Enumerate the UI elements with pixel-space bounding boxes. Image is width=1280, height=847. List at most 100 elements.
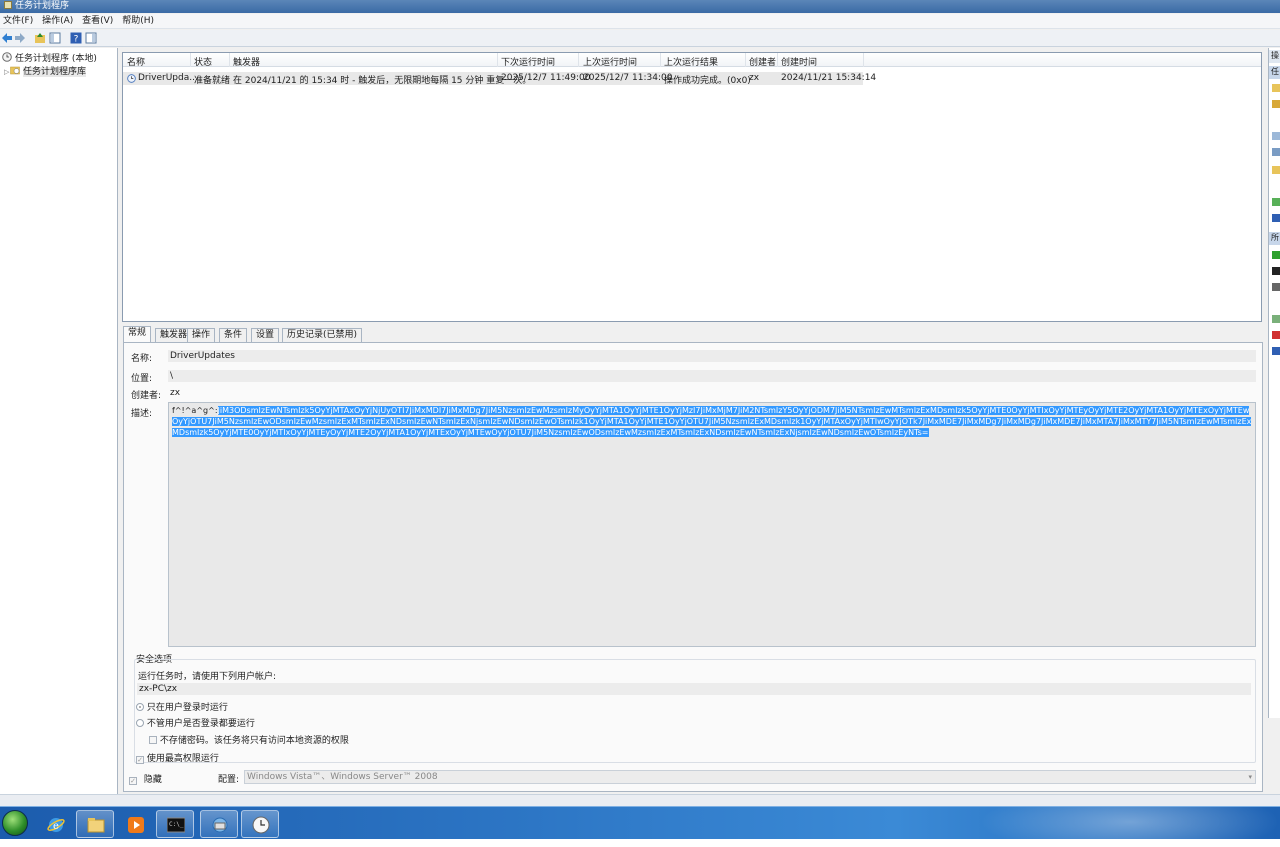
tree-item-root-label: 任务计划程序 (本地) — [15, 54, 97, 64]
navigation-tree: 任务计划程序 (本地) ▷ 任务计划程序库 — [0, 48, 118, 794]
actions-header[interactable]: 操 — [1269, 50, 1280, 63]
column-header-last-result[interactable]: 上次运行结果 — [664, 55, 718, 68]
tab-settings[interactable]: 设置 — [251, 328, 280, 342]
column-header-author[interactable]: 创建者 — [749, 55, 776, 68]
end-icon[interactable] — [1272, 267, 1280, 275]
svg-text:?: ? — [74, 35, 79, 45]
column-header-status[interactable]: 状态 — [194, 55, 212, 68]
tab-conditions[interactable]: 条件 — [219, 328, 248, 342]
show-hide-tree-icon[interactable] — [49, 32, 61, 44]
name-field[interactable]: DriverUpdates — [168, 350, 1256, 362]
menu-file[interactable]: 文件(F) — [0, 14, 36, 29]
display-running-tasks-icon[interactable] — [1272, 148, 1280, 156]
create-basic-task-icon[interactable] — [1272, 84, 1280, 92]
cell-created: 2024/11/21 15:34:14 — [781, 73, 877, 83]
help-icon[interactable]: ? — [70, 32, 82, 44]
refresh-icon[interactable] — [1272, 198, 1280, 206]
description-label: 描述: — [131, 409, 153, 419]
taskbar: e C:\_ — [0, 806, 1280, 839]
run-as-label: 运行任务时，请使用下列用户帐户: — [138, 672, 277, 682]
config-label: 配置: — [218, 775, 240, 785]
tab-actions[interactable]: 操作 — [187, 328, 216, 342]
task-list[interactable]: 名称 状态 触发器 下次运行时间 上次运行时间 上次运行结果 创建者 创建时间 … — [122, 52, 1262, 322]
tab-general[interactable]: 常规 — [123, 326, 152, 342]
menu-view[interactable]: 查看(V) — [79, 14, 116, 29]
tree-item-root[interactable]: 任务计划程序 (本地) — [2, 52, 97, 65]
new-folder-icon[interactable] — [1272, 166, 1280, 174]
column-header-trigger[interactable]: 触发器 — [233, 55, 260, 68]
description-prefix: f^!^a^g^: — [172, 406, 218, 415]
forward-arrow-icon[interactable] — [14, 32, 26, 44]
tree-item-library[interactable]: ▷ 任务计划程序库 — [4, 65, 87, 78]
radio-selected-icon[interactable] — [136, 703, 144, 711]
checkbox-checked-icon[interactable]: ✓ — [136, 756, 144, 764]
cell-author: zx — [749, 73, 760, 83]
checkbox-highest-privileges-label: 使用最高权限运行 — [146, 754, 219, 764]
radio-unselected-icon[interactable] — [136, 719, 144, 727]
location-field[interactable]: \ — [168, 370, 1256, 382]
checkbox-unchecked-icon[interactable] — [149, 736, 157, 744]
help-icon[interactable] — [1272, 347, 1280, 355]
taskbar-explorer[interactable] — [76, 810, 114, 838]
name-label: 名称: — [131, 354, 153, 364]
import-task-icon[interactable] — [1272, 132, 1280, 140]
author-field[interactable]: zx — [168, 387, 1256, 399]
taskbar-ie[interactable]: e — [36, 810, 74, 838]
folder-clock-icon — [10, 66, 20, 75]
run-as-user-field[interactable]: zx-PC\zx — [137, 683, 1251, 695]
help-icon[interactable] — [1272, 214, 1280, 222]
tab-history[interactable]: 历史记录(已禁用) — [282, 328, 363, 342]
chevron-down-icon[interactable]: ▾ — [1248, 771, 1252, 783]
bottom-strip — [0, 839, 1280, 847]
disable-icon[interactable] — [1272, 283, 1280, 291]
show-action-pane-icon[interactable] — [85, 32, 97, 44]
center-pane: 名称 状态 触发器 下次运行时间 上次运行时间 上次运行结果 创建者 创建时间 … — [120, 48, 1266, 794]
clock-icon — [2, 52, 12, 62]
radio-run-whether-logged-on[interactable]: 不管用户是否登录都要运行 — [136, 716, 255, 729]
svg-text:e: e — [53, 821, 59, 832]
media-player-icon — [128, 817, 144, 833]
explorer-icon — [87, 818, 105, 833]
radio-run-logged-on-label: 只在用户登录时运行 — [146, 703, 228, 713]
cell-trigger: 在 2024/11/21 的 15:34 时 - 触发后，无限期地每隔 15 分… — [233, 76, 532, 86]
radio-run-whether-label: 不管用户是否登录都要运行 — [146, 719, 255, 729]
checkbox-highest-privileges[interactable]: ✓ 使用最高权限运行 — [136, 751, 219, 764]
status-bar — [0, 794, 1280, 806]
table-row[interactable]: DriverUpda... 准备就绪 在 2024/11/21 的 15:34 … — [123, 72, 876, 86]
actions-pane: 操 任 所 — [1268, 48, 1280, 718]
security-options-group: 运行任务时，请使用下列用户帐户: zx-PC\zx 只在用户登录时运行 不管用户… — [134, 659, 1256, 764]
actions-section-task[interactable]: 任 — [1269, 66, 1280, 79]
ie-icon: e — [47, 818, 65, 832]
run-icon[interactable] — [1272, 251, 1280, 259]
actions-section-selected[interactable]: 所 — [1269, 232, 1280, 245]
radio-run-logged-on[interactable]: 只在用户登录时运行 — [136, 700, 228, 713]
column-header-created[interactable]: 创建时间 — [781, 55, 817, 68]
checkbox-hidden-label: 隐藏 — [143, 775, 162, 785]
column-header-last-run[interactable]: 上次运行时间 — [583, 55, 637, 68]
delete-icon[interactable] — [1272, 331, 1280, 339]
properties-icon[interactable] — [1272, 315, 1280, 323]
taskbar-network[interactable] — [200, 810, 238, 838]
back-arrow-icon[interactable] — [1, 32, 13, 44]
menu-help[interactable]: 帮助(H) — [119, 14, 157, 29]
description-textarea[interactable]: f^!^a^g^:JiM3ODsmIzEwNTsmIzk5OyYjMTAxOyY… — [168, 402, 1256, 647]
checkbox-no-store-password[interactable]: 不存储密码。该任务将只有访问本地资源的权限 — [149, 733, 349, 746]
checkbox-checked-icon[interactable]: ✓ — [129, 777, 137, 785]
taskbar-media-player[interactable] — [116, 810, 154, 838]
checkbox-hidden[interactable]: ✓ 隐藏 — [129, 772, 162, 785]
column-header-next-run[interactable]: 下次运行时间 — [501, 55, 555, 68]
up-folder-icon[interactable] — [34, 32, 46, 44]
task-scheduler-icon — [252, 816, 270, 834]
taskbar-cmd[interactable]: C:\_ — [156, 810, 194, 838]
menu-action[interactable]: 操作(A) — [39, 14, 76, 29]
column-header-name[interactable]: 名称 — [127, 55, 145, 68]
cell-last-result: 操作成功完成。(0x0) — [664, 76, 751, 86]
window-title-bar: 任务计划程序 — [0, 0, 1280, 13]
config-select-value: Windows Vista™、Windows Server™ 2008 — [247, 772, 438, 782]
task-list-header: 名称 状态 触发器 下次运行时间 上次运行时间 上次运行结果 创建者 创建时间 — [123, 53, 1261, 68]
taskbar-task-scheduler[interactable] — [241, 810, 279, 838]
create-task-icon[interactable] — [1272, 100, 1280, 108]
description-selected-text: JiM3ODsmIzEwNTsmIzk5OyYjMTAxOyYjNjUyOTI7… — [172, 406, 1252, 437]
start-button[interactable] — [2, 810, 28, 836]
config-select[interactable]: Windows Vista™、Windows Server™ 2008 ▾ — [244, 770, 1256, 784]
